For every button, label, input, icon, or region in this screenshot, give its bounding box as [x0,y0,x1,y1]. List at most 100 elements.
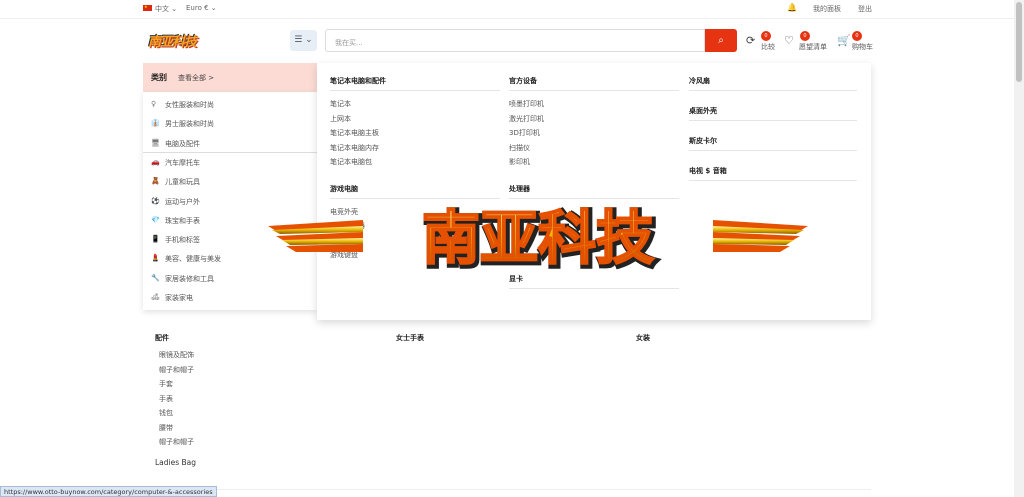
lower-title-womens-watches[interactable]: 女士手表 [396,333,424,343]
category-icon: 🛋 [151,293,160,301]
mega-menu: 笔记本电脑和配件 笔记本上网本笔记本电脑主板 笔记本电脑内存 笔记本电脑包 游戏电脑… [317,63,871,320]
category-icon: 🔧 [151,273,160,282]
accessory-link[interactable]: 手套 [159,379,173,389]
ladies-bag-link[interactable]: Ladies Bag [155,458,196,467]
mega-title-col3[interactable]: 桌面外壳 [689,106,717,116]
category-title: 类别 [151,73,167,82]
divider [509,90,679,91]
category-item[interactable]: 👔 男士服装和时尚 [143,114,317,133]
category-icon: 📱 [151,235,160,244]
category-label: 手机和标签 [165,236,200,245]
category-label: 儿童和玩具 [165,178,200,187]
divider [330,90,500,91]
menu-link[interactable]: 笔记本 [330,99,351,109]
category-label: 家装家电 [165,294,193,302]
menu-link[interactable]: 影印机 [509,157,530,167]
mega-title-laptops[interactable]: 笔记本电脑和配件 [330,76,386,86]
top-bar: 中文 ⌄ Euro € ⌄ 🔔 我的面板 登出 [0,0,1024,19]
menu-link[interactable]: 笔记本电脑内存 [330,143,379,153]
category-label: 电脑及配件 [165,139,200,148]
category-header: 类别 查看全部 > [143,63,317,92]
accessory-link[interactable]: 帽子和帽子 [159,437,194,447]
logout-link[interactable]: 登出 [858,4,872,14]
category-icon: 💄 [151,254,160,263]
cart-label[interactable]: 购物车 [852,42,873,52]
search-button[interactable]: ⌕ [705,29,737,52]
cart-badge: 0 [852,31,862,41]
divider [330,198,500,199]
scrollbar-thumb[interactable] [1016,2,1022,82]
mega-title-gpu[interactable]: 显卡 [509,274,523,284]
divider [143,489,871,490]
menu-link[interactable]: 喷墨打印机 [509,99,544,109]
category-item[interactable]: 🚗 汽车摩托车 [143,153,317,172]
divider [689,90,857,91]
left-wing-icon [268,220,363,252]
category-label: 运动与户外 [165,197,200,206]
mega-title-col3[interactable]: 电视 $ 音箱 [689,166,727,176]
category-list: ♀ 女性服装和时尚 👔 男士服装和时尚 🖥 电脑及配件 🚗 汽车摩托车 🧸 儿童和玩具 ⚽ 运动与户外… [143,92,317,310]
currency-selector[interactable]: Euro € ⌄ [186,4,217,12]
menu-link[interactable]: 笔记本电脑包 [330,157,372,167]
bell-icon[interactable]: 🔔 [787,3,797,12]
category-label: 女性服装和时尚 [165,101,214,109]
lower-title-accessories[interactable]: 配件 [155,333,169,343]
view-all-link[interactable]: 查看全部 > [178,73,214,83]
category-icon: 👔 [151,119,160,128]
heart-icon[interactable]: ♡ [784,34,794,47]
menu-link[interactable]: 笔记本电脑主板 [330,128,379,138]
right-wing-icon [713,220,808,252]
search-input[interactable]: 我在买... [325,29,705,52]
menu-link[interactable]: 3D打印机 [509,128,540,138]
category-label: 珠宝和手表 [165,216,200,225]
category-label: 汽车摩托车 [165,158,200,167]
category-icon: 🖥 [151,138,160,147]
accessory-link[interactable]: 帽子和帽子 [159,365,194,375]
dashboard-link[interactable]: 我的面板 [813,4,841,14]
category-icon: 🚗 [151,157,160,166]
category-label: 家居装修和工具 [165,274,214,283]
accessory-link[interactable]: 钱包 [159,408,173,418]
watermark-text: 南亚科技 [422,204,654,272]
mega-title-gaming[interactable]: 游戏电脑 [330,184,358,194]
divider [509,198,679,199]
category-label: 美容、健康与美发 [165,255,221,264]
category-icon: 💎 [151,215,160,224]
wishlist-label[interactable]: 愿望清单 [799,42,827,52]
compare-badge: 0 [761,31,771,41]
menu-link[interactable]: 扫描仪 [509,143,530,153]
compare-label[interactable]: 比较 [761,42,775,52]
lower-title-womens-clothing[interactable]: 女装 [636,333,650,343]
category-label: 男士服装和时尚 [165,120,214,129]
language-selector[interactable]: 中文 ⌄ [155,4,177,14]
compare-icon[interactable]: ⟳ [746,34,755,47]
divider [509,288,679,289]
category-menu-button[interactable]: ☰ ⌄ [290,30,317,51]
accessory-link[interactable]: 腰带 [159,423,173,433]
divider [689,150,857,151]
mega-title-col3[interactable]: 冷风扇 [689,76,710,86]
category-icon: ♀ [151,100,157,108]
divider [689,120,857,121]
china-flag-icon [143,4,152,11]
cart-icon[interactable]: 🛒 [837,34,851,47]
accessory-link[interactable]: 手表 [159,394,173,404]
menu-link[interactable]: 上网本 [330,114,351,124]
category-item[interactable]: ♀ 女性服装和时尚 [143,95,317,114]
category-item[interactable]: 🧸 儿童和玩具 [143,172,317,191]
menu-link[interactable]: 激光打印机 [509,114,544,124]
wishlist-badge: 0 [800,31,810,41]
accessory-link[interactable]: 眼镜及配饰 [159,350,194,360]
mega-title-processor[interactable]: 处理器 [509,184,530,194]
mega-title-office[interactable]: 官方设备 [509,76,537,86]
watermark-logo: 南亚科技 南亚科技 [268,204,808,274]
status-url-bar: https://www.otto-buynow.com/category/com… [0,486,217,497]
category-icon: ⚽ [151,196,160,205]
search-icon: ⌕ [718,35,724,46]
category-icon: 🧸 [151,177,160,186]
mega-title-col3[interactable]: 斯皮卡尔 [689,136,717,146]
site-logo[interactable]: 南亚科技 [148,31,212,51]
category-item[interactable]: 🖥 电脑及配件 [143,134,317,153]
category-item[interactable]: 🛋 家装家电 [143,288,317,307]
divider [689,180,857,181]
